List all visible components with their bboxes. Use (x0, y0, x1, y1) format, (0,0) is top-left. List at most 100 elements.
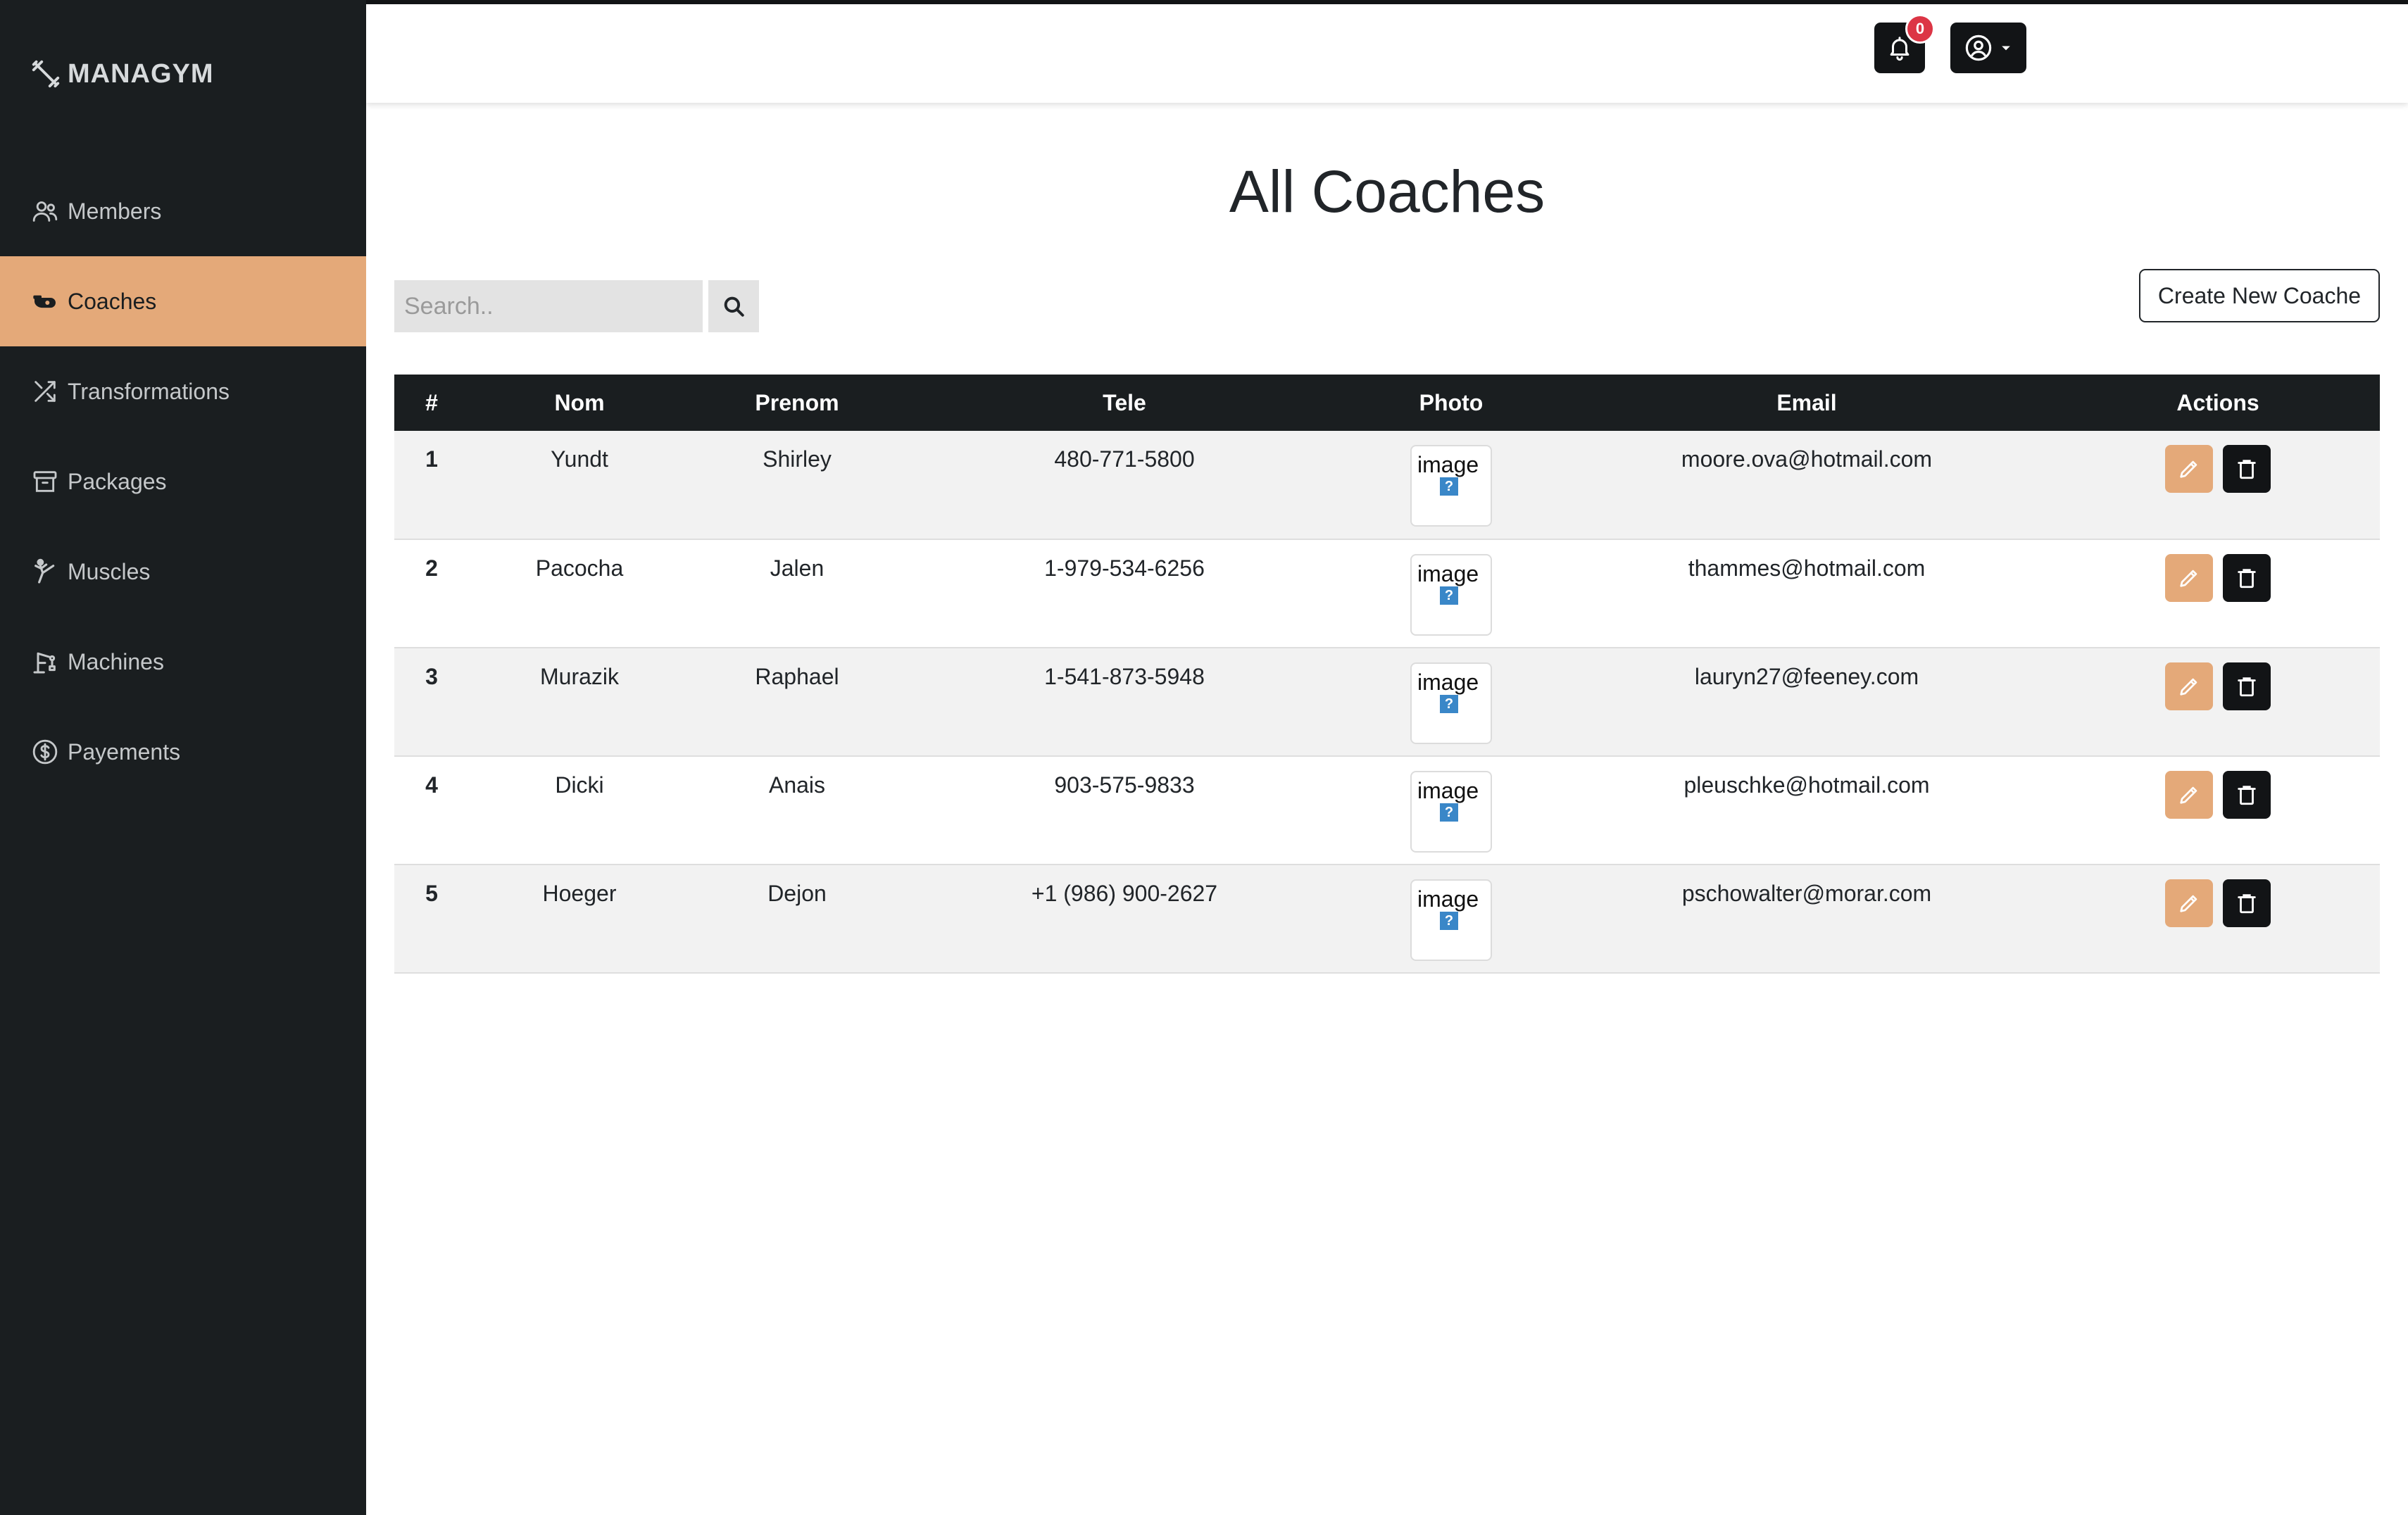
sidebar: MANAGYM Members Coaches Transformations … (0, 0, 366, 1515)
sidebar-item-label: Muscles (68, 558, 151, 584)
sidebar-item-label: Members (68, 198, 162, 224)
sidebar-item-label: Coaches (68, 288, 157, 314)
notification-count-badge: 0 (1905, 14, 1935, 44)
sidebar-item-coaches[interactable]: Coaches (0, 256, 366, 346)
cell-actions (2056, 865, 2380, 974)
delete-button[interactable] (2223, 662, 2271, 710)
column-header-prenom: Prenom (690, 375, 904, 431)
cell-tele: 1-541-873-5948 (904, 648, 1345, 757)
search-button[interactable] (708, 280, 759, 332)
photo-alt-text: image (1417, 886, 1479, 912)
column-header-email: Email (1557, 375, 2056, 431)
chevron-down-icon (2002, 46, 2010, 51)
sidebar-item-machines[interactable]: Machines (0, 617, 366, 707)
cell-actions (2056, 431, 2380, 540)
search-input[interactable] (394, 280, 703, 332)
table-header-row: # Nom Prenom Tele Photo Email Actions (394, 375, 2380, 431)
column-header-tele: Tele (904, 375, 1345, 431)
archive-box-icon (30, 466, 61, 497)
coach-photo: image? (1410, 554, 1492, 636)
sidebar-item-label: Payements (68, 738, 181, 765)
coach-photo: image? (1410, 879, 1492, 961)
cell-actions (2056, 539, 2380, 648)
delete-button[interactable] (2223, 771, 2271, 819)
page-title: All Coaches (1229, 158, 1545, 225)
coach-photo: image? (1410, 662, 1492, 744)
cell-actions (2056, 756, 2380, 865)
cell-prenom: Shirley (690, 431, 904, 540)
cell-nom: Yundt (469, 431, 690, 540)
edit-button[interactable] (2165, 771, 2213, 819)
pencil-icon (2180, 786, 2197, 804)
top-navbar (366, 4, 2408, 103)
cell-index: 5 (394, 865, 469, 974)
sidebar-item-muscles[interactable]: Muscles (0, 527, 366, 617)
photo-alt-text: image (1417, 452, 1479, 477)
cell-index: 3 (394, 648, 469, 757)
photo-alt-text: image (1417, 778, 1479, 803)
create-coach-button[interactable]: Create New Coache (2139, 269, 2380, 322)
sidebar-item-label: Transformations (68, 378, 230, 404)
cell-nom: Pacocha (469, 539, 690, 648)
karate-kick-icon (30, 556, 61, 587)
sidebar-item-packages[interactable]: Packages (0, 436, 366, 527)
photo-alt-text: image (1417, 561, 1479, 586)
sidebar-item-label: Packages (68, 468, 167, 494)
users-icon (30, 196, 61, 227)
table-row: 2 Pacocha Jalen 1-979-534-6256 image? th… (394, 539, 2380, 648)
cell-tele: +1 (986) 900-2627 (904, 865, 1345, 974)
cell-email: thammes@hotmail.com (1557, 539, 2056, 648)
cell-tele: 903-575-9833 (904, 756, 1345, 865)
coach-photo: image? (1410, 445, 1492, 527)
table-row: 3 Murazik Raphael 1-541-873-5948 image? … (394, 648, 2380, 757)
broken-image-icon: ? (1440, 912, 1458, 930)
column-header-nom: Nom (469, 375, 690, 431)
delete-button[interactable] (2223, 445, 2271, 493)
cell-photo: image? (1345, 431, 1557, 540)
whistle-icon (30, 286, 61, 317)
broken-image-icon: ? (1440, 477, 1458, 496)
delete-button[interactable] (2223, 879, 2271, 927)
delete-button[interactable] (2223, 554, 2271, 602)
user-menu-button[interactable] (1950, 23, 2026, 73)
gym-machine-icon (30, 646, 61, 677)
brand-logo[interactable]: MANAGYM (30, 56, 214, 92)
table-row: 1 Yundt Shirley 480-771-5800 image? moor… (394, 431, 2380, 540)
table-row: 4 Dicki Anais 903-575-9833 image? pleusc… (394, 756, 2380, 865)
sidebar-item-members[interactable]: Members (0, 166, 366, 256)
pencil-icon (2180, 460, 2197, 478)
edit-button[interactable] (2165, 879, 2213, 927)
pencil-icon (2180, 678, 2197, 696)
edit-button[interactable] (2165, 445, 2213, 493)
cell-nom: Hoeger (469, 865, 690, 974)
cell-tele: 1-979-534-6256 (904, 539, 1345, 648)
sidebar-item-label: Machines (68, 648, 164, 674)
cell-index: 2 (394, 539, 469, 648)
column-header-photo: Photo (1345, 375, 1557, 431)
user-circle-icon (1965, 34, 1992, 61)
dumbbell-icon (32, 60, 60, 88)
cell-prenom: Jalen (690, 539, 904, 648)
photo-alt-text: image (1417, 670, 1479, 695)
broken-image-icon: ? (1440, 803, 1458, 822)
column-header-actions: Actions (2056, 375, 2380, 431)
brand-name: MANAGYM (68, 58, 214, 89)
edit-button[interactable] (2165, 554, 2213, 602)
table-row: 5 Hoeger Dejon +1 (986) 900-2627 image? … (394, 865, 2380, 974)
cell-email: pschowalter@morar.com (1557, 865, 2056, 974)
shuffle-icon (30, 376, 61, 407)
cell-nom: Murazik (469, 648, 690, 757)
cell-tele: 480-771-5800 (904, 431, 1345, 540)
trash-icon (2238, 677, 2256, 697)
search-icon (724, 296, 744, 317)
trash-icon (2238, 460, 2256, 479)
sidebar-item-payements[interactable]: Payements (0, 707, 366, 797)
broken-image-icon: ? (1440, 586, 1458, 605)
cell-index: 1 (394, 431, 469, 540)
sidebar-item-transformations[interactable]: Transformations (0, 346, 366, 436)
cell-prenom: Dejon (690, 865, 904, 974)
broken-image-icon: ? (1440, 695, 1458, 713)
edit-button[interactable] (2165, 662, 2213, 710)
cell-prenom: Anais (690, 756, 904, 865)
cell-prenom: Raphael (690, 648, 904, 757)
